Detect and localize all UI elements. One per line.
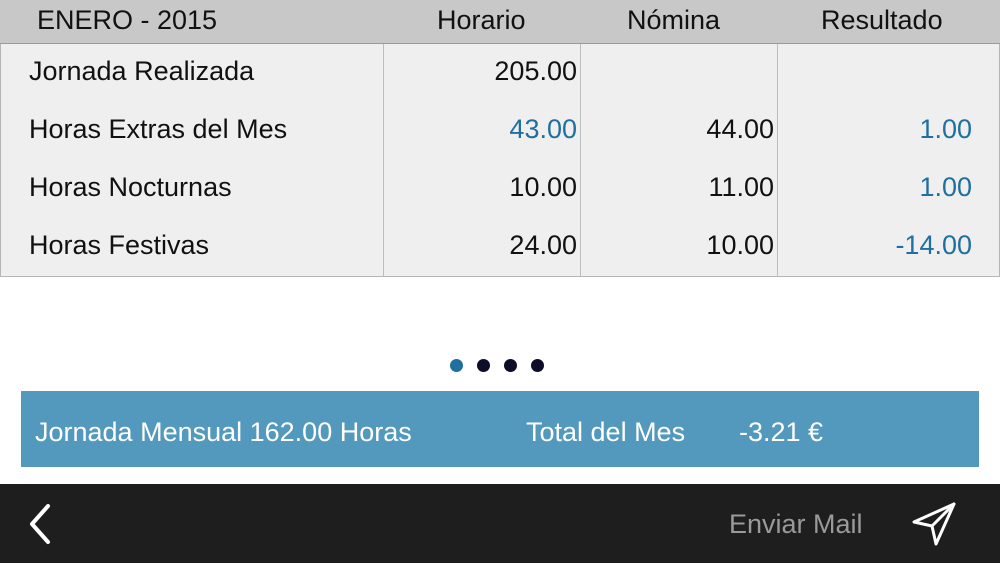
row-label: Horas Nocturnas: [29, 172, 232, 202]
row-label: Horas Festivas: [29, 230, 210, 260]
send-mail-label[interactable]: Enviar Mail: [729, 484, 863, 564]
cell-nomina: 10.00: [706, 230, 774, 260]
row-label: Jornada Realizada: [29, 56, 255, 86]
table-header: ENERO - 2015 Horario Nómina Resultado: [0, 0, 1000, 44]
total-label: Total del Mes: [526, 417, 686, 447]
cell-resultado: 1.00: [919, 172, 972, 202]
page-indicator[interactable]: [450, 359, 544, 373]
bottom-toolbar: Enviar Mail: [0, 484, 1000, 563]
table-row: Horas Nocturnas 10.00 11.00 1.00: [1, 160, 1000, 218]
total-value: -3.21 €: [739, 417, 824, 447]
page-dot[interactable]: [504, 359, 517, 372]
table-row: Horas Extras del Mes 43.00 44.00 1.00: [1, 102, 1000, 160]
send-mail-button[interactable]: [908, 500, 960, 548]
cell-horario: 43.00: [509, 114, 577, 144]
cell-resultado: -14.00: [895, 230, 972, 260]
paper-plane-icon: [912, 502, 956, 546]
row-label: Horas Extras del Mes: [29, 114, 288, 144]
hours-table: Jornada Realizada 205.00 Horas Extras de…: [0, 44, 1000, 277]
cell-horario: 10.00: [509, 172, 577, 202]
page-dot[interactable]: [477, 359, 490, 372]
cell-nomina: 44.00: [706, 114, 774, 144]
cell-resultado: 1.00: [919, 114, 972, 144]
back-button[interactable]: [22, 502, 62, 546]
monthly-summary-bar: Jornada Mensual 162.00 Horas Total del M…: [21, 391, 979, 467]
cell-horario: 24.00: [509, 230, 577, 260]
cell-horario: 205.00: [494, 56, 577, 86]
chevron-left-icon: [30, 504, 50, 544]
page-dot[interactable]: [531, 359, 544, 372]
cell-nomina: 11.00: [708, 172, 774, 202]
page-dot[interactable]: [450, 359, 463, 372]
period-title: ENERO - 2015: [37, 5, 218, 35]
table-row: Horas Festivas 24.00 10.00 -14.00: [1, 218, 1000, 276]
column-header-resultado: Resultado: [821, 5, 943, 35]
table-row: Jornada Realizada 205.00: [1, 44, 1000, 102]
monthly-hours-text: Jornada Mensual 162.00 Horas: [35, 417, 412, 447]
column-header-horario: Horario: [437, 5, 526, 35]
column-header-nomina: Nómina: [627, 5, 721, 35]
